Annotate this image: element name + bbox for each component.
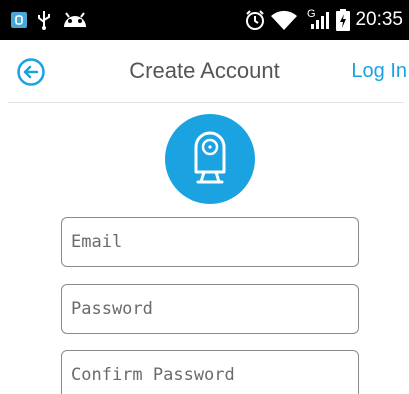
battery-charging-icon [336,0,350,40]
app-notification-icon [10,0,28,40]
back-button[interactable] [16,57,46,87]
email-field[interactable] [61,217,359,267]
confirm-password-field[interactable] [61,350,359,394]
app-logo [165,114,255,204]
camera-logo-icon [165,114,255,204]
status-time: 20:35 [355,9,403,30]
alarm-icon [244,0,266,40]
log-in-link[interactable]: Log In [351,40,407,102]
password-field[interactable] [61,284,359,334]
header-divider [8,102,404,103]
signal-icon [311,0,329,40]
usb-icon [36,0,52,40]
status-bar: G 20:35 [0,0,409,40]
wifi-icon [270,0,298,40]
arrow-left-circle-icon [17,58,45,86]
app-bar [0,40,409,102]
android-debug-icon [62,0,88,40]
